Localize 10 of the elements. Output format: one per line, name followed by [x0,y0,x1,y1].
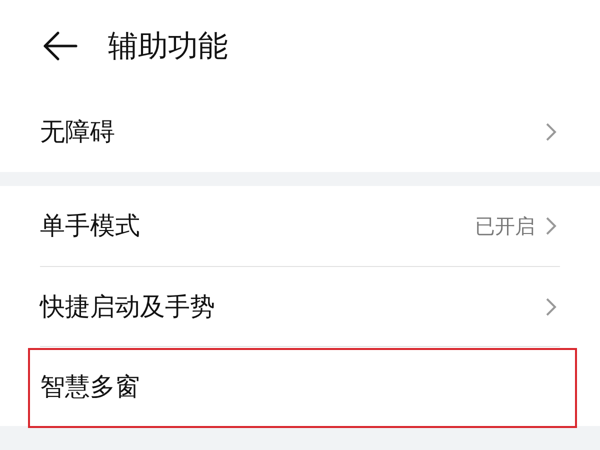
back-icon[interactable] [42,31,78,61]
page-title: 辅助功能 [108,28,228,66]
settings-item[interactable]: 单手模式 已开启 [40,186,560,266]
settings-item[interactable]: 智慧多窗 [40,346,560,426]
settings-item[interactable]: 快捷启动及手势 [40,266,560,346]
item-value: 已开启 [475,213,535,240]
item-label: 快捷启动及手势 [40,290,216,323]
item-label: 无障碍 [40,116,116,148]
item-label: 智慧多窗 [40,370,141,403]
item-label: 单手模式 [40,210,141,242]
